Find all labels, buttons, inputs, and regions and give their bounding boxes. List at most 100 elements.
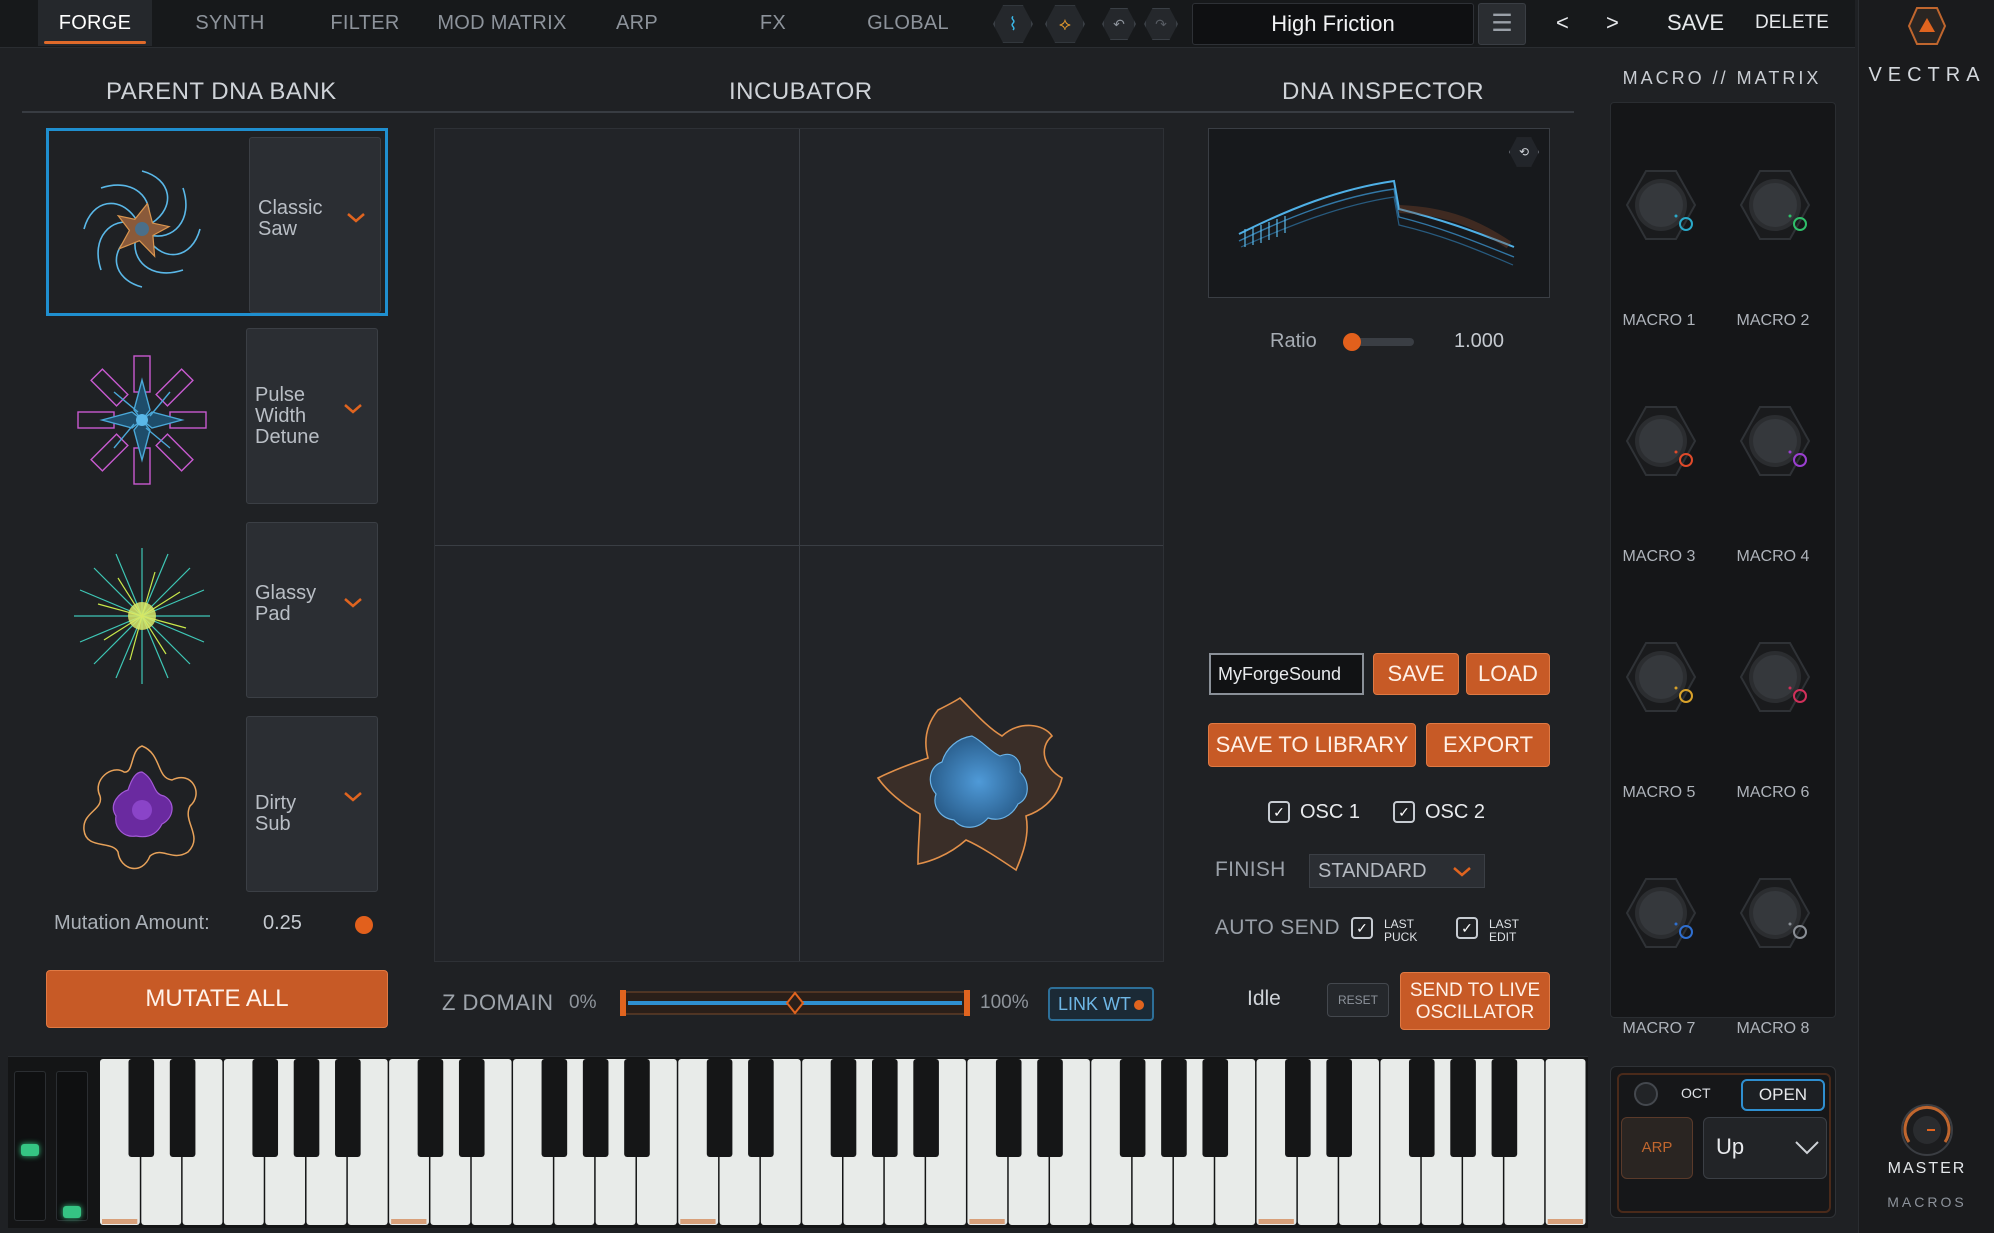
- black-key[interactable]: [458, 1059, 485, 1157]
- parent-select-2[interactable]: Pulse Width Detune: [246, 328, 378, 504]
- black-key[interactable]: [335, 1059, 361, 1157]
- black-key[interactable]: [1202, 1059, 1229, 1157]
- parent-slot-1[interactable]: Classic Saw: [46, 128, 388, 316]
- osc1-checkbox[interactable]: ✓: [1268, 801, 1290, 823]
- ratio-slider-handle[interactable]: [1343, 333, 1361, 351]
- black-key[interactable]: [872, 1059, 898, 1157]
- black-key[interactable]: [1450, 1059, 1476, 1157]
- black-key[interactable]: [1285, 1059, 1311, 1157]
- export-button[interactable]: EXPORT: [1426, 723, 1550, 767]
- black-key[interactable]: [541, 1059, 568, 1157]
- macro-knob-7[interactable]: [1624, 876, 1698, 950]
- black-key[interactable]: [417, 1059, 444, 1157]
- black-key[interactable]: [706, 1059, 733, 1157]
- black-key[interactable]: [252, 1059, 279, 1157]
- save-sound-button[interactable]: SAVE: [1373, 653, 1459, 695]
- incubator-axis-horizontal: [435, 545, 1163, 546]
- mod-wheel[interactable]: [56, 1071, 88, 1221]
- black-key[interactable]: [293, 1059, 320, 1157]
- delete-preset-button[interactable]: DELETE: [1755, 0, 1829, 46]
- master-knob[interactable]: [1899, 1102, 1955, 1158]
- arp-mode-select[interactable]: Up: [1703, 1117, 1827, 1179]
- finish-select[interactable]: STANDARD: [1309, 854, 1485, 888]
- reset-button[interactable]: RESET: [1327, 983, 1389, 1017]
- zdomain-label: Z DOMAIN: [442, 990, 554, 1015]
- redo-icon[interactable]: ↷: [1144, 8, 1178, 40]
- black-key[interactable]: [748, 1059, 774, 1157]
- macro-knob-3[interactable]: [1624, 404, 1698, 478]
- oct-knob[interactable]: [1633, 1081, 1659, 1107]
- osc2-checkbox[interactable]: ✓: [1393, 801, 1415, 823]
- morph-icon[interactable]: ⟡: [1045, 5, 1085, 43]
- parent-select-4[interactable]: Dirty Sub: [246, 716, 378, 892]
- macro-label-3: MACRO 3: [1622, 548, 1696, 565]
- parent-select-3[interactable]: Glassy Pad: [246, 522, 378, 698]
- last-puck-checkbox[interactable]: ✓: [1351, 917, 1373, 939]
- piano-keyboard[interactable]: [100, 1059, 1587, 1227]
- macro-knob-8[interactable]: [1738, 876, 1812, 950]
- black-key[interactable]: [128, 1059, 155, 1157]
- synth-window: FORGE SYNTH FILTER MOD MATRIX ARP FX GLO…: [0, 0, 1994, 1233]
- oct-label: OCT: [1681, 1085, 1711, 1101]
- macro-knob-6[interactable]: [1738, 640, 1812, 714]
- header-divider: [22, 111, 1574, 113]
- macro-label-4: MACRO 4: [1736, 548, 1810, 565]
- parent-select-1[interactable]: Classic Saw: [249, 137, 381, 313]
- tab-arp[interactable]: ARP: [597, 0, 677, 46]
- tab-mod-matrix[interactable]: MOD MATRIX: [432, 0, 572, 46]
- menu-icon[interactable]: ☰: [1478, 3, 1526, 45]
- mutate-all-button[interactable]: MUTATE ALL: [46, 970, 388, 1028]
- chevron-down-icon: [347, 213, 365, 223]
- pitch-wheel[interactable]: [14, 1071, 46, 1221]
- undo-icon[interactable]: ↶: [1102, 8, 1136, 40]
- macro-knob-2[interactable]: [1738, 168, 1812, 242]
- octave-marker: [1547, 1219, 1583, 1224]
- osc1-label: OSC 1: [1300, 801, 1361, 823]
- black-key[interactable]: [1037, 1059, 1063, 1157]
- black-key[interactable]: [995, 1059, 1022, 1157]
- macro-knob-4[interactable]: [1738, 404, 1812, 478]
- open-button[interactable]: OPEN: [1741, 1079, 1825, 1111]
- last-edit-checkbox[interactable]: ✓: [1456, 917, 1478, 939]
- black-key[interactable]: [1491, 1059, 1518, 1157]
- tab-fx[interactable]: FX: [738, 0, 808, 46]
- dna-icon[interactable]: ⌇: [993, 5, 1033, 43]
- tab-filter[interactable]: FILTER: [315, 0, 415, 46]
- black-key[interactable]: [913, 1059, 939, 1157]
- black-key[interactable]: [169, 1059, 196, 1157]
- save-preset-button[interactable]: SAVE: [1667, 0, 1724, 46]
- parent-slot-4[interactable]: Dirty Sub: [46, 710, 388, 898]
- waveform-3d-view: [1238, 179, 1515, 266]
- macro-knob-5[interactable]: [1624, 640, 1698, 714]
- black-key[interactable]: [1326, 1059, 1352, 1157]
- tab-forge[interactable]: FORGE: [38, 0, 152, 46]
- save-to-library-button[interactable]: SAVE TO LIBRARY: [1208, 723, 1416, 767]
- parent-name: Pulse Width Detune: [255, 384, 320, 448]
- link-wt-toggle[interactable]: LINK WT: [1048, 987, 1154, 1021]
- black-key[interactable]: [1408, 1059, 1435, 1157]
- incubator-puck[interactable]: [875, 679, 1085, 889]
- black-key[interactable]: [830, 1059, 857, 1157]
- sound-name-input[interactable]: MyForgeSound: [1209, 653, 1364, 695]
- parent-slot-2[interactable]: Pulse Width Detune: [46, 322, 388, 510]
- prev-preset-button[interactable]: <: [1556, 0, 1569, 46]
- octave-marker: [391, 1219, 427, 1224]
- arp-toggle-button[interactable]: ARP: [1621, 1117, 1693, 1179]
- vectra-logo-icon: [1907, 7, 1947, 45]
- parent-slot-3[interactable]: Glassy Pad: [46, 516, 388, 704]
- black-key[interactable]: [582, 1059, 609, 1157]
- black-key[interactable]: [624, 1059, 650, 1157]
- black-key[interactable]: [1119, 1059, 1146, 1157]
- tab-synth[interactable]: SYNTH: [175, 0, 285, 46]
- preset-name-display[interactable]: High Friction: [1192, 3, 1474, 45]
- zdomain-slider[interactable]: [620, 988, 970, 1018]
- next-preset-button[interactable]: >: [1606, 0, 1619, 46]
- tab-global[interactable]: GLOBAL: [858, 0, 958, 46]
- mutation-amount-handle[interactable]: [355, 916, 373, 934]
- white-key[interactable]: [1545, 1059, 1586, 1225]
- macro-knob-1[interactable]: [1624, 168, 1698, 242]
- black-key[interactable]: [1161, 1059, 1187, 1157]
- send-to-live-oscillator-button[interactable]: SEND TO LIVE OSCILLATOR: [1400, 972, 1550, 1030]
- load-sound-button[interactable]: LOAD: [1466, 653, 1550, 695]
- incubator-pad[interactable]: [434, 128, 1164, 962]
